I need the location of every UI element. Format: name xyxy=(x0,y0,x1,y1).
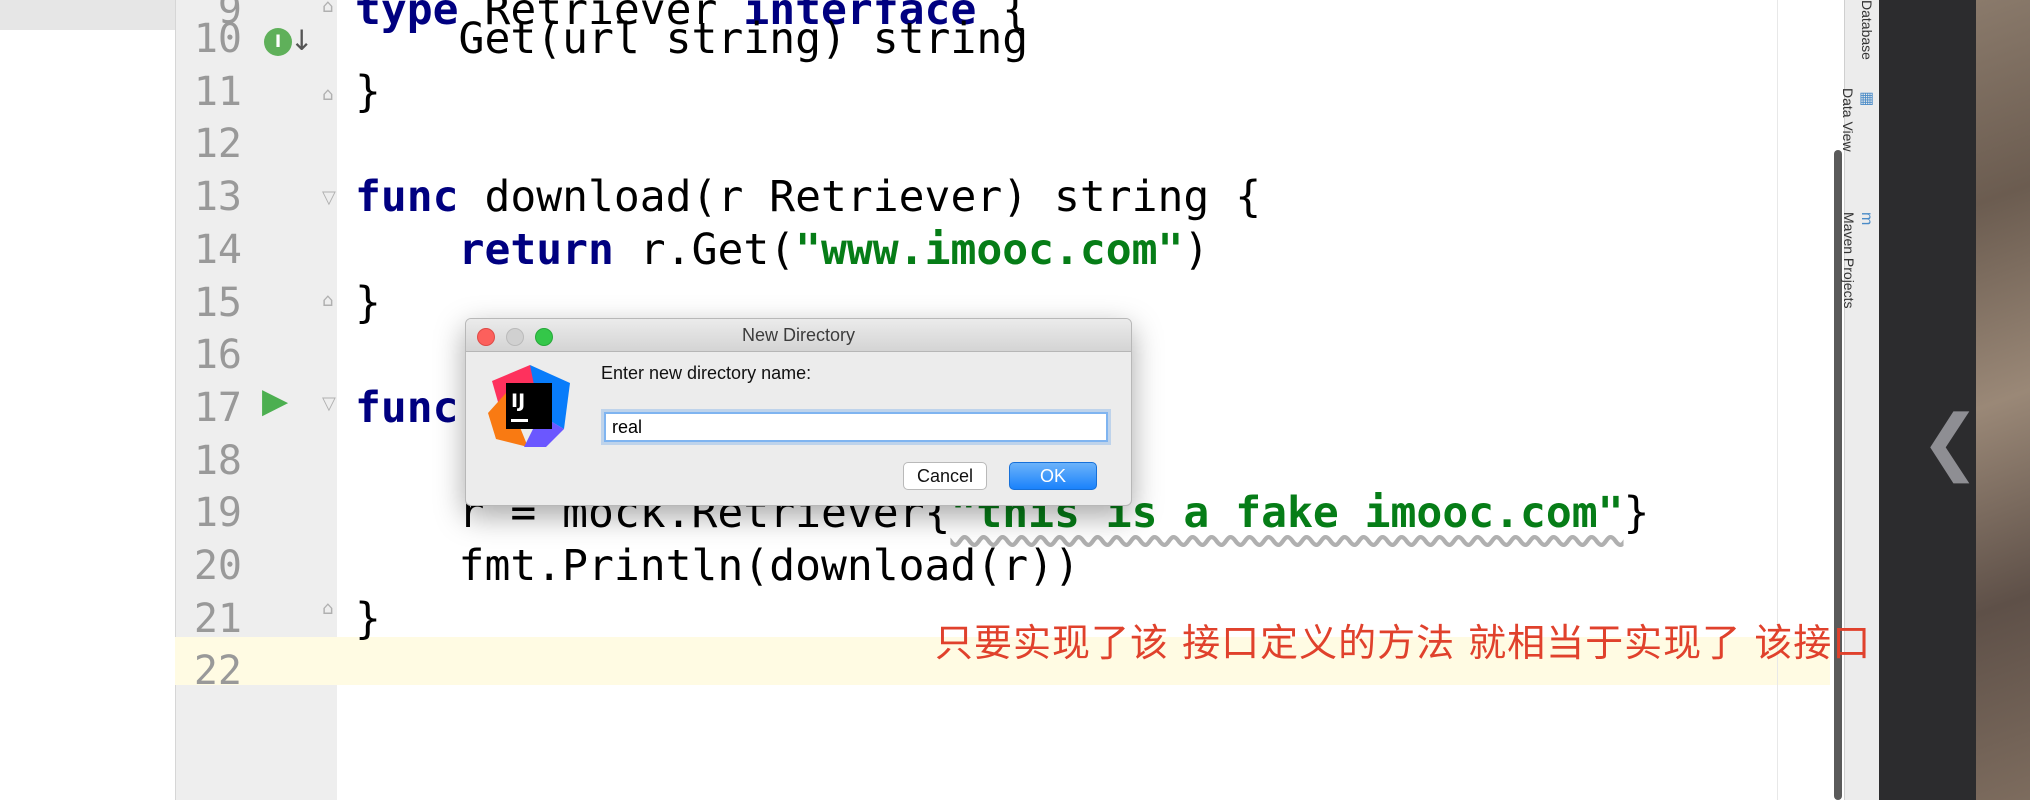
code-line[interactable]: func xyxy=(355,382,459,434)
minimize-window-button[interactable] xyxy=(506,328,524,346)
tool-window-database[interactable]: Database xyxy=(1849,0,1875,60)
line-number: 11 xyxy=(193,69,242,115)
tool-window-label: Maven Projects xyxy=(1841,212,1857,309)
dialog-prompt: Enter new directory name: xyxy=(601,363,812,383)
code-token: ) xyxy=(1183,225,1210,275)
line-number: 22 xyxy=(193,648,242,694)
line-number: 14 xyxy=(193,227,242,273)
code-token: } xyxy=(355,278,381,328)
tool-window-label: Database xyxy=(1859,0,1875,60)
tool-window-data-view[interactable]: ▦ Data View xyxy=(1840,88,1875,152)
run-icon[interactable]: ▶ xyxy=(262,381,288,421)
line-number: 16 xyxy=(193,332,242,378)
tool-window-label: Data View xyxy=(1840,88,1856,152)
code-line[interactable]: func download(r Retriever) string { xyxy=(355,171,1261,223)
keyword-token: return xyxy=(458,225,614,275)
code-line[interactable]: Get(url string) string xyxy=(355,13,1029,65)
code-token: } xyxy=(355,67,381,117)
cancel-button[interactable]: Cancel xyxy=(903,462,987,490)
left-blank-area xyxy=(0,0,175,800)
line-number: 12 xyxy=(193,121,242,167)
maven-icon: m xyxy=(1858,212,1875,226)
implemented-method-icon[interactable]: I xyxy=(264,28,292,56)
table-icon: ▦ xyxy=(1857,88,1874,107)
code-line[interactable]: } xyxy=(355,277,381,329)
back-arrow-icon[interactable]: ❮ xyxy=(1920,405,1980,477)
fold-end-icon[interactable]: ⌂ xyxy=(322,598,342,620)
background-photo xyxy=(1976,0,2030,800)
code-token: Get(url string) string xyxy=(355,14,1029,64)
close-window-button[interactable] xyxy=(477,328,495,346)
fold-marker-icon[interactable]: ▽ xyxy=(322,393,342,415)
fold-marker-icon[interactable]: ▽ xyxy=(322,187,342,209)
new-directory-dialog: New Directory IJ Enter new directory nam… xyxy=(465,318,1132,506)
tool-window-maven-projects[interactable]: m Maven Projects xyxy=(1841,212,1875,308)
subtitle-caption: 只要实现了该 接口定义的方法 就相当于实现了 该接口 xyxy=(935,621,1872,665)
line-number: 15 xyxy=(193,280,242,326)
code-token: } xyxy=(1623,488,1650,538)
navigate-down-arrow-icon[interactable]: ↓ xyxy=(290,24,313,57)
line-number: 19 xyxy=(193,490,242,536)
code-line[interactable]: return r.Get("www.imooc.com") xyxy=(355,224,1210,276)
string-literal-token: "www.imooc.com" xyxy=(795,225,1184,275)
dialog-title: New Directory xyxy=(741,325,856,345)
line-number: 13 xyxy=(193,174,242,220)
intellij-logo-icon: IJ xyxy=(488,365,570,447)
line-number: 20 xyxy=(193,543,242,589)
line-number: 10 xyxy=(193,16,242,62)
zoom-window-button[interactable] xyxy=(535,328,553,346)
right-margin-guide xyxy=(1777,0,1778,800)
fold-marker-icon[interactable]: ⌂ xyxy=(322,0,342,18)
code-line[interactable]: fmt.Println(download(r)) xyxy=(355,540,1080,592)
ok-button[interactable]: OK xyxy=(1009,462,1097,490)
tab-strip xyxy=(0,0,175,30)
line-number: 17 xyxy=(193,385,242,431)
directory-name-input[interactable] xyxy=(604,412,1108,442)
keyword-token: func xyxy=(355,172,459,222)
code-line[interactable]: } xyxy=(355,593,381,645)
code-token: r.Get( xyxy=(613,225,796,275)
keyword-token: func xyxy=(355,383,459,433)
code-line[interactable]: } xyxy=(355,66,381,118)
line-number: 21 xyxy=(193,596,242,642)
logo-text: IJ xyxy=(511,390,525,412)
fold-end-icon[interactable]: ⌂ xyxy=(322,84,342,106)
code-token: fmt.Println(download(r)) xyxy=(355,541,1080,591)
line-number: 18 xyxy=(193,438,242,484)
code-token: } xyxy=(355,594,381,644)
code-token: download(r Retriever) string { xyxy=(458,172,1262,222)
fold-end-icon[interactable]: ⌂ xyxy=(322,290,342,312)
